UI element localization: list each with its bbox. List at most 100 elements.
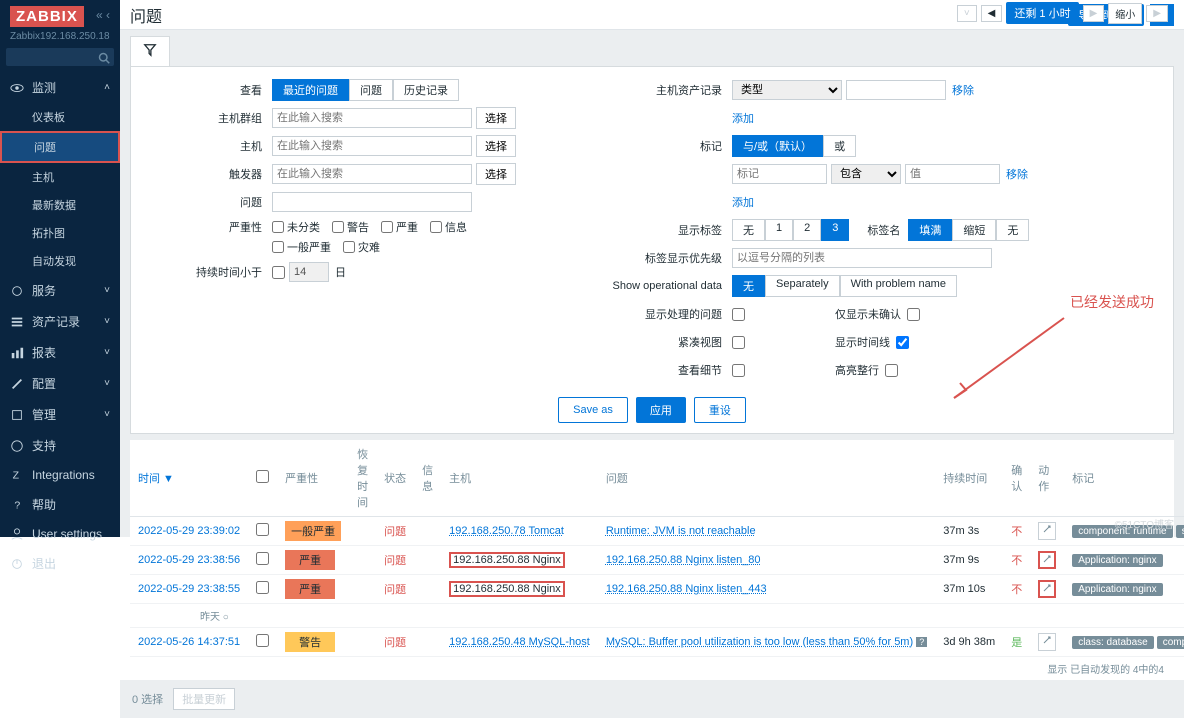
- ack-link[interactable]: 不: [1011, 555, 1022, 567]
- nav-inventory[interactable]: 资产记录˅: [0, 306, 120, 337]
- duration-cb[interactable]: [272, 266, 285, 279]
- compact-cb[interactable]: [732, 336, 745, 349]
- highlight-cb[interactable]: [885, 364, 898, 377]
- filter-tab[interactable]: [130, 36, 170, 66]
- trigger-input[interactable]: [272, 164, 472, 184]
- tag[interactable]: scope: availability: [1176, 525, 1184, 538]
- status-text[interactable]: 问题: [384, 526, 406, 538]
- host-link[interactable]: 192.168.250.88 Nginx: [449, 552, 565, 568]
- th-problem[interactable]: 问题: [598, 440, 935, 517]
- time-shrink[interactable]: 缩小: [1108, 3, 1142, 24]
- nav-config[interactable]: 配置˅: [0, 368, 120, 399]
- action-icon[interactable]: [1038, 580, 1056, 598]
- tag-op-select[interactable]: 包含: [831, 164, 901, 184]
- time-right-arrow[interactable]: ▶: [1083, 5, 1105, 22]
- problem-input[interactable]: [272, 192, 472, 212]
- tag[interactable]: Application: nginx: [1072, 554, 1162, 567]
- status-text[interactable]: 问题: [384, 637, 406, 649]
- th-severity[interactable]: 严重性: [277, 440, 349, 517]
- showtags-none[interactable]: 无: [732, 219, 765, 241]
- tag[interactable]: Application: nginx: [1072, 583, 1162, 596]
- time-prev[interactable]: ˅: [957, 5, 977, 22]
- sev-info-cb[interactable]: [430, 221, 442, 233]
- tags-andor[interactable]: 与/或（默认）: [732, 135, 823, 157]
- reset-button[interactable]: 重设: [694, 397, 746, 423]
- show-history[interactable]: 历史记录: [393, 79, 459, 101]
- time-link[interactable]: 2022-05-26 14:37:51: [138, 636, 240, 648]
- show-processed-cb[interactable]: [732, 308, 745, 321]
- nav-dashboard[interactable]: 仪表板: [0, 103, 120, 131]
- host-select[interactable]: 选择: [476, 135, 516, 157]
- asset-val-input[interactable]: [846, 80, 946, 100]
- showtags-3[interactable]: 3: [821, 219, 849, 241]
- nav-reports[interactable]: 报表˅: [0, 337, 120, 368]
- time-link[interactable]: 2022-05-29 23:38:55: [138, 583, 240, 595]
- row-cb[interactable]: [256, 552, 269, 565]
- nav-integrations[interactable]: ZIntegrations: [0, 461, 120, 489]
- sev-avg-cb[interactable]: [272, 241, 284, 253]
- row-cb[interactable]: [256, 581, 269, 594]
- tags-or[interactable]: 或: [823, 135, 856, 157]
- select-all-cb[interactable]: [256, 470, 269, 483]
- problem-link[interactable]: MySQL: Buffer pool utilization is too lo…: [606, 636, 913, 648]
- host-input[interactable]: [272, 136, 472, 156]
- tag[interactable]: class: database: [1072, 636, 1154, 649]
- asset-remove[interactable]: 移除: [952, 82, 974, 98]
- asset-type-select[interactable]: 类型: [732, 80, 842, 100]
- row-cb[interactable]: [256, 634, 269, 647]
- showtags-1[interactable]: 1: [765, 219, 793, 241]
- th-status[interactable]: 状态: [376, 440, 414, 517]
- apply-button[interactable]: 应用: [636, 397, 686, 423]
- nav-discovery[interactable]: 自动发现: [0, 247, 120, 275]
- opdata-none[interactable]: 无: [732, 275, 765, 297]
- logo[interactable]: ZABBIX: [10, 6, 84, 27]
- nav-monitoring[interactable]: 监测 ˄: [0, 72, 120, 103]
- problem-link[interactable]: Runtime: JVM is not reachable: [606, 525, 756, 537]
- show-problems[interactable]: 问题: [349, 79, 393, 101]
- action-icon[interactable]: [1038, 551, 1056, 569]
- action-icon[interactable]: [1038, 522, 1056, 540]
- save-as-button[interactable]: Save as: [558, 397, 628, 423]
- host-link[interactable]: 192.168.250.48 MySQL-host: [449, 636, 590, 648]
- problem-link[interactable]: 192.168.250.88 Nginx listen_443: [606, 583, 767, 595]
- sev-unclass-cb[interactable]: [272, 221, 284, 233]
- details-cb[interactable]: [732, 364, 745, 377]
- host-link[interactable]: 192.168.250.88 Nginx: [449, 581, 565, 597]
- nav-services[interactable]: 服务˅: [0, 275, 120, 306]
- hostgroup-input[interactable]: [272, 108, 472, 128]
- th-duration[interactable]: 持续时间: [935, 440, 1003, 517]
- time-remaining[interactable]: 还剩 1 小时: [1006, 2, 1078, 24]
- nav-support[interactable]: 支持: [0, 430, 120, 461]
- problem-link[interactable]: 192.168.250.88 Nginx listen_80: [606, 554, 761, 566]
- nav-problems[interactable]: 问题: [0, 131, 120, 163]
- time-left-arrow[interactable]: ◀: [981, 5, 1003, 22]
- nav-logout[interactable]: 退出: [0, 548, 120, 579]
- asset-add[interactable]: 添加: [732, 110, 754, 126]
- status-text[interactable]: 问题: [384, 584, 406, 596]
- opdata-sep[interactable]: Separately: [765, 275, 840, 297]
- sev-disaster-cb[interactable]: [343, 241, 355, 253]
- host-link[interactable]: 192.168.250.78 Tomcat: [449, 525, 564, 537]
- tagname-none[interactable]: 无: [996, 219, 1029, 241]
- th-recovery[interactable]: 恢复时间: [349, 440, 376, 517]
- th-action[interactable]: 动作: [1030, 440, 1064, 517]
- timeline-cb[interactable]: [896, 336, 909, 349]
- tag-remove[interactable]: 移除: [1006, 166, 1028, 182]
- th-ack[interactable]: 确认: [1003, 440, 1030, 517]
- show-recent[interactable]: 最近的问题: [272, 79, 349, 101]
- info-badge[interactable]: ?: [916, 637, 927, 647]
- sev-warn-cb[interactable]: [332, 221, 344, 233]
- hostgroup-select[interactable]: 选择: [476, 107, 516, 129]
- th-time[interactable]: 时间 ▼: [130, 440, 248, 517]
- opdata-with[interactable]: With problem name: [840, 275, 957, 297]
- tag-val-input[interactable]: [905, 164, 1000, 184]
- nav-usersettings[interactable]: User settings: [0, 520, 120, 548]
- nav-help[interactable]: ?帮助: [0, 489, 120, 520]
- time-link[interactable]: 2022-05-29 23:39:02: [138, 525, 240, 537]
- tagpriority-input[interactable]: [732, 248, 992, 268]
- nav-hosts[interactable]: 主机: [0, 163, 120, 191]
- row-cb[interactable]: [256, 523, 269, 536]
- th-host[interactable]: 主机: [441, 440, 598, 517]
- tagname-full[interactable]: 填满: [908, 219, 952, 241]
- nav-latest[interactable]: 最新数据: [0, 191, 120, 219]
